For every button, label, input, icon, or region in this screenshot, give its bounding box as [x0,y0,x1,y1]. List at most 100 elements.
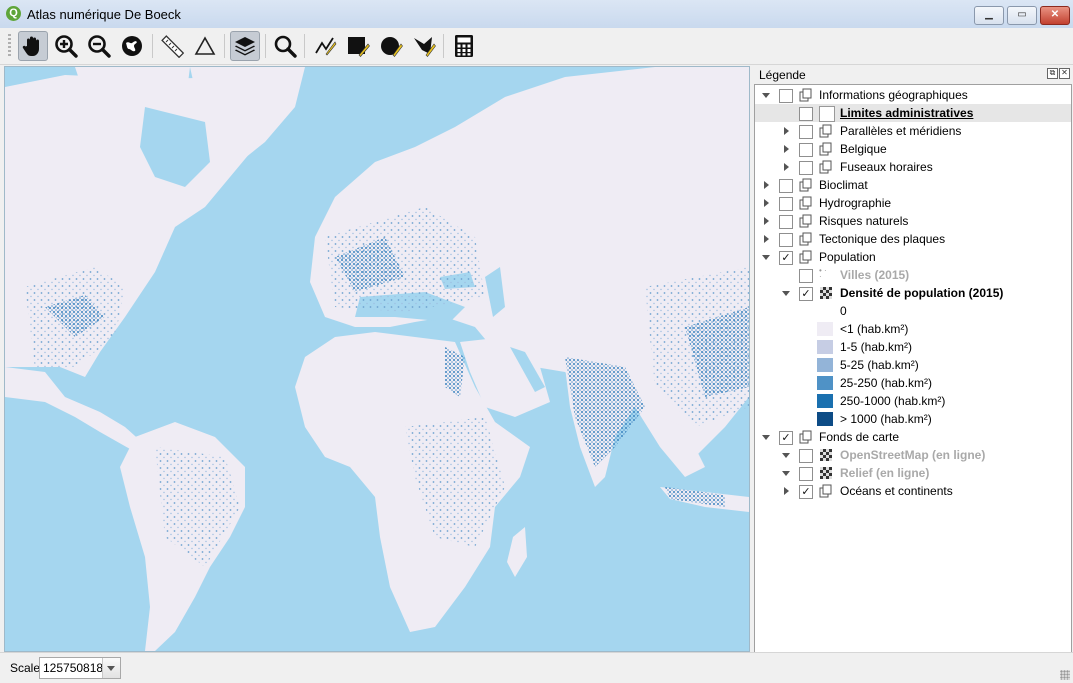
resize-grip-icon[interactable] [1060,670,1070,680]
layer-group-icon [799,232,812,246]
tree-item-belgique[interactable]: Belgique [755,140,1071,158]
tree-item-openstreetmap[interactable]: OpenStreetMap (en ligne) [755,446,1071,464]
collapse-arrow-icon[interactable] [762,255,770,260]
identify-button[interactable] [270,31,300,61]
legend-class-row: 0 [755,302,1071,320]
color-swatch [817,322,833,336]
color-swatch [817,340,833,354]
layer-label: Hydrographie [819,196,892,210]
toolbar-separator [443,34,444,58]
legend-class-row: 5-25 (hab.km²) [755,356,1071,374]
draw-shape-button[interactable] [409,31,439,61]
layer-checkbox[interactable]: ✓ [779,251,793,265]
layer-checkbox[interactable] [779,233,793,247]
collapse-arrow-icon[interactable] [782,453,790,458]
tree-item-informations-geographiques[interactable]: Informations géographiques [755,86,1071,104]
tree-item-hydrographie[interactable]: Hydrographie [755,194,1071,212]
tree-item-tectonique[interactable]: Tectonique des plaques [755,230,1071,248]
edit-square-icon [348,37,370,57]
tree-item-oceans-continents[interactable]: ✓ Océans et continents [755,482,1071,500]
expand-arrow-icon[interactable] [784,163,789,171]
pan-button[interactable] [18,31,48,61]
tree-item-fuseaux-horaires[interactable]: Fuseaux horaires [755,158,1071,176]
layer-checkbox[interactable] [799,269,813,283]
legend-class-label: 25-250 (hab.km²) [840,376,933,390]
maximize-button[interactable]: ▭ [1007,6,1037,25]
layer-label: Fuseaux horaires [840,160,933,174]
expand-arrow-icon[interactable] [784,145,789,153]
color-swatch [817,376,833,390]
measure-area-icon [194,36,216,55]
legend-tree: Informations géographiques Limites admin… [754,84,1072,653]
toolbar-separator [265,34,266,58]
layer-checkbox[interactable] [779,215,793,229]
legend-class-label: <1 (hab.km²) [840,322,909,336]
tree-item-relief[interactable]: Relief (en ligne) [755,464,1071,482]
tree-item-risques-naturels[interactable]: Risques naturels [755,212,1071,230]
layer-checkbox[interactable] [799,143,813,157]
tree-item-fonds-de-carte[interactable]: ✓ Fonds de carte [755,428,1071,446]
toolbar-grip[interactable] [8,34,11,58]
layer-checkbox[interactable]: ✓ [779,431,793,445]
layer-checkbox[interactable] [799,467,813,481]
layer-checkbox[interactable] [779,179,793,193]
tree-item-bioclimat[interactable]: Bioclimat [755,176,1071,194]
layer-label: Fonds de carte [819,430,900,444]
minimize-button[interactable]: ▁ [974,6,1004,25]
tree-item-paralleles-meridiens[interactable]: Parallèles et méridiens [755,122,1071,140]
tree-item-limites-administratives[interactable]: Limites administratives [755,104,1071,122]
close-panel-icon[interactable]: ✕ [1059,68,1070,79]
layer-checkbox[interactable] [799,107,813,121]
layer-group-icon [819,160,832,174]
measure-area-button[interactable] [190,31,220,61]
undock-icon[interactable]: ⧉ [1047,68,1058,79]
layer-checkbox[interactable] [799,161,813,175]
toolbar-separator [152,34,153,58]
legend-class-label: 1-5 (hab.km²) [840,340,913,354]
layer-checkbox[interactable]: ✓ [799,287,813,301]
expand-arrow-icon[interactable] [764,217,769,225]
collapse-arrow-icon[interactable] [782,471,790,476]
layer-checkbox[interactable]: ✓ [799,485,813,499]
color-swatch [817,394,833,408]
zoom-full-icon [122,36,142,56]
legend-class-row: 25-250 (hab.km²) [755,374,1071,392]
layer-checkbox[interactable] [799,125,813,139]
map-canvas[interactable] [4,66,750,652]
layers-button[interactable] [230,31,260,61]
layer-label: Population [819,250,876,264]
tree-item-villes[interactable]: • · · Villes (2015) [755,266,1071,284]
draw-circle-button[interactable] [376,31,406,61]
expand-arrow-icon[interactable] [764,181,769,189]
layer-group-icon [799,88,812,102]
layer-checkbox[interactable] [799,449,813,463]
layer-group-icon [799,214,812,228]
calculator-button[interactable] [449,31,479,61]
scale-value[interactable]: 125750818 [43,661,103,675]
expand-arrow-icon[interactable] [764,235,769,243]
scale-combobox[interactable]: 125750818 [39,657,121,679]
zoom-in-button[interactable] [51,31,81,61]
legend-title: Légende [759,68,806,82]
chevron-down-icon[interactable] [102,658,120,678]
layer-checkbox[interactable] [779,197,793,211]
collapse-arrow-icon[interactable] [782,291,790,296]
expand-arrow-icon[interactable] [784,487,789,495]
collapse-arrow-icon[interactable] [762,435,770,440]
draw-polygon-button[interactable] [343,31,373,61]
close-button[interactable]: ✕ [1040,6,1070,25]
expand-arrow-icon[interactable] [784,127,789,135]
legend-dock-header: Légende ⧉ ✕ [755,66,1071,84]
zoom-full-button[interactable] [117,31,147,61]
expand-arrow-icon[interactable] [764,199,769,207]
layer-checkbox[interactable] [779,89,793,103]
layer-label: Limites administratives [840,106,974,120]
tree-item-densite-population[interactable]: ✓ Densité de population (2015) [755,284,1071,302]
collapse-arrow-icon[interactable] [762,93,770,98]
measure-line-button[interactable] [157,31,187,61]
legend-class-label: 250-1000 (hab.km²) [840,394,946,408]
scale-label: Scale [10,661,41,675]
tree-item-population[interactable]: ✓ Population [755,248,1071,266]
zoom-out-button[interactable] [84,31,114,61]
draw-line-button[interactable] [310,31,340,61]
